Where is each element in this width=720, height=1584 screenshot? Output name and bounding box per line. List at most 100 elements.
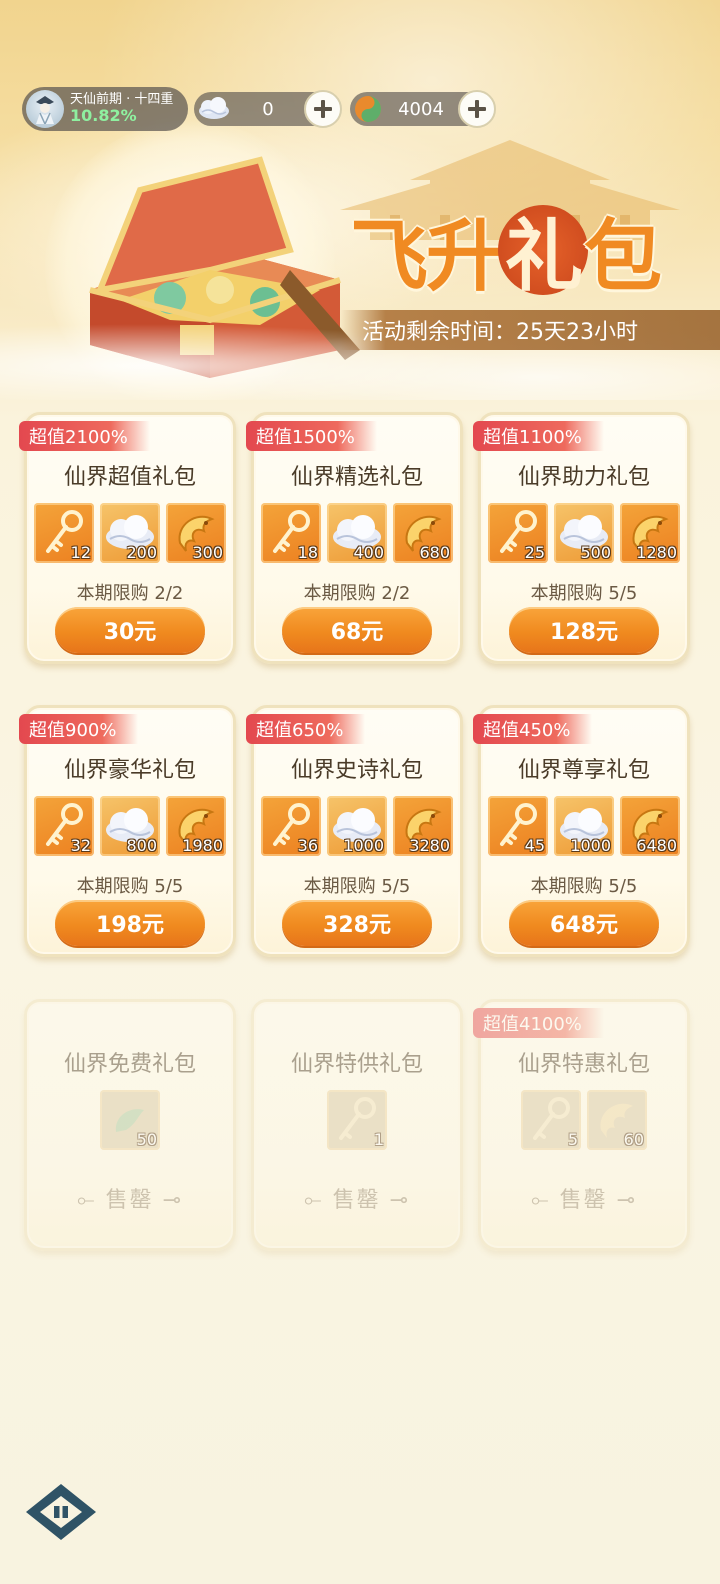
buy-button[interactable]: 30元 xyxy=(55,607,205,653)
purchase-limit: 本期限购 2/2 xyxy=(303,583,411,604)
pack-item[interactable]: 680 xyxy=(393,503,453,563)
value-badge: 超值2100% xyxy=(19,421,150,451)
purchase-limit: 本期限购 2/2 xyxy=(76,583,184,604)
value-badge: 超值4100% xyxy=(473,1008,604,1038)
pack-card: 超值2100% 仙界超值礼包 12 200 300 本期限购 2/2 30元 xyxy=(19,412,236,664)
buy-button[interactable]: 68元 xyxy=(282,607,432,653)
item-quantity: 32 xyxy=(70,836,91,855)
value-badge: 超值650% xyxy=(246,714,366,744)
item-quantity: 800 xyxy=(126,836,157,855)
soldout-text: 售罄 xyxy=(105,1188,154,1213)
cloud-currency-value: 0 xyxy=(262,98,274,120)
pack-item[interactable]: 12 xyxy=(34,503,94,563)
pack-name: 仙界精选礼包 xyxy=(290,465,423,490)
add-cloud-currency-button[interactable] xyxy=(304,90,342,128)
pack-item[interactable]: 36 xyxy=(261,796,321,856)
pack-card-soldout: 仙界免费礼包 50 ⟜ 售罄 ⊸ xyxy=(24,999,236,1251)
item-quantity: 60 xyxy=(623,1130,644,1149)
item-quantity: 45 xyxy=(524,836,545,855)
pack-item[interactable]: 1000 xyxy=(554,796,614,856)
purchase-limit: 本期限购 5/5 xyxy=(530,583,638,604)
player-progress-text: 10.82% xyxy=(70,106,137,126)
jade-currency-bar: 4004 xyxy=(350,90,496,128)
title-char-4: 包 xyxy=(584,211,662,302)
buy-button[interactable]: 128元 xyxy=(509,607,659,653)
jade-currency-icon xyxy=(355,96,381,122)
pack-item[interactable]: 400 xyxy=(327,503,387,563)
soldout-text: 售罄 xyxy=(559,1188,608,1213)
item-quantity: 18 xyxy=(297,543,318,562)
plus-icon xyxy=(314,100,332,118)
player-realm-text: 天仙前期 · 十四重 xyxy=(70,92,174,108)
event-title: 飞 升 礼 包 xyxy=(350,195,690,305)
add-jade-currency-button[interactable] xyxy=(458,90,496,128)
plus-icon xyxy=(468,100,486,118)
pack-name: 仙界助力礼包 xyxy=(517,465,650,490)
item-quantity: 680 xyxy=(419,543,450,562)
item-quantity: 300 xyxy=(192,543,223,562)
title-char-3: 礼 xyxy=(498,205,589,302)
item-quantity: 1980 xyxy=(182,836,223,855)
pack-item[interactable]: 25 xyxy=(488,503,548,563)
pack-item[interactable]: 50 xyxy=(100,1090,160,1150)
pack-item[interactable]: 6480 xyxy=(620,796,680,856)
pack-item[interactable]: 32 xyxy=(34,796,94,856)
pack-name: 仙界免费礼包 xyxy=(63,1052,196,1077)
item-quantity: 50 xyxy=(136,1130,157,1149)
immortal-avatar-icon xyxy=(36,96,54,124)
player-realm-badge[interactable]: 天仙前期 · 十四重 10.82% xyxy=(22,87,188,131)
pack-card-soldout: 仙界特供礼包 1 ⟜ 售罄 ⊸ xyxy=(251,999,463,1251)
item-quantity: 3280 xyxy=(409,836,450,855)
item-quantity: 25 xyxy=(524,543,545,562)
pack-item[interactable]: 800 xyxy=(100,796,160,856)
item-quantity: 1280 xyxy=(636,543,677,562)
pack-item[interactable]: 300 xyxy=(166,503,226,563)
purchase-limit: 本期限购 5/5 xyxy=(76,876,184,897)
value-badge: 超值1100% xyxy=(473,421,604,451)
pack-name: 仙界豪华礼包 xyxy=(63,758,196,783)
pack-card: 超值650% 仙界史诗礼包 36 1000 3280 本期限购 5/5 328元 xyxy=(246,705,463,957)
item-quantity: 36 xyxy=(297,836,318,855)
item-quantity: 400 xyxy=(353,543,384,562)
item-quantity: 12 xyxy=(70,543,91,562)
pack-card: 超值450% 仙界尊享礼包 45 1000 6480 本期限购 5/5 648元 xyxy=(473,705,690,957)
soldout-label: ⟜ 售罄 ⊸ xyxy=(76,1188,184,1213)
buy-button[interactable]: 198元 xyxy=(55,900,205,946)
purchase-limit: 本期限购 5/5 xyxy=(303,876,411,897)
title-char-2: 升 xyxy=(426,211,504,302)
buy-button[interactable]: 648元 xyxy=(509,900,659,946)
soldout-label: ⟜ 售罄 ⊸ xyxy=(530,1188,638,1213)
pack-card: 超值1100% 仙界助力礼包 25 500 1280 本期限购 5/5 128元 xyxy=(473,412,690,664)
item-quantity: 200 xyxy=(126,543,157,562)
purchase-limit: 本期限购 5/5 xyxy=(530,876,638,897)
jade-currency-value: 4004 xyxy=(398,98,444,120)
cloud-currency-bar: 0 xyxy=(194,90,342,128)
item-quantity: 1000 xyxy=(570,836,611,855)
pack-item[interactable]: 60 xyxy=(587,1090,647,1150)
app-logo-icon[interactable] xyxy=(24,1482,98,1542)
pack-card-soldout: 超值4100% 仙界特惠礼包 5 60 ⟜ 售罄 ⊸ xyxy=(473,999,690,1251)
pack-name: 仙界史诗礼包 xyxy=(290,758,423,783)
pack-name: 仙界超值礼包 xyxy=(63,465,196,490)
pack-item[interactable]: 45 xyxy=(488,796,548,856)
pack-item[interactable]: 500 xyxy=(554,503,614,563)
title-char-1: 飞 xyxy=(350,211,428,302)
pack-name: 仙界特惠礼包 xyxy=(517,1052,650,1077)
pack-item[interactable]: 1980 xyxy=(166,796,226,856)
item-quantity: 500 xyxy=(580,543,611,562)
pack-item[interactable]: 18 xyxy=(261,503,321,563)
soldout-label: ⟜ 售罄 ⊸ xyxy=(303,1188,411,1213)
pack-item[interactable]: 3280 xyxy=(393,796,453,856)
cloud-currency-icon xyxy=(199,97,229,119)
value-badge: 超值900% xyxy=(19,714,139,744)
player-avatar xyxy=(26,90,64,128)
soldout-text: 售罄 xyxy=(332,1188,381,1213)
pack-name: 仙界尊享礼包 xyxy=(517,758,650,783)
pack-item[interactable]: 1280 xyxy=(620,503,680,563)
buy-button[interactable]: 328元 xyxy=(282,900,432,946)
pack-item[interactable]: 5 xyxy=(521,1090,581,1150)
pack-item[interactable]: 1000 xyxy=(327,796,387,856)
item-quantity: 1 xyxy=(373,1130,384,1149)
pack-item[interactable]: 200 xyxy=(100,503,160,563)
pack-item[interactable]: 1 xyxy=(327,1090,387,1150)
